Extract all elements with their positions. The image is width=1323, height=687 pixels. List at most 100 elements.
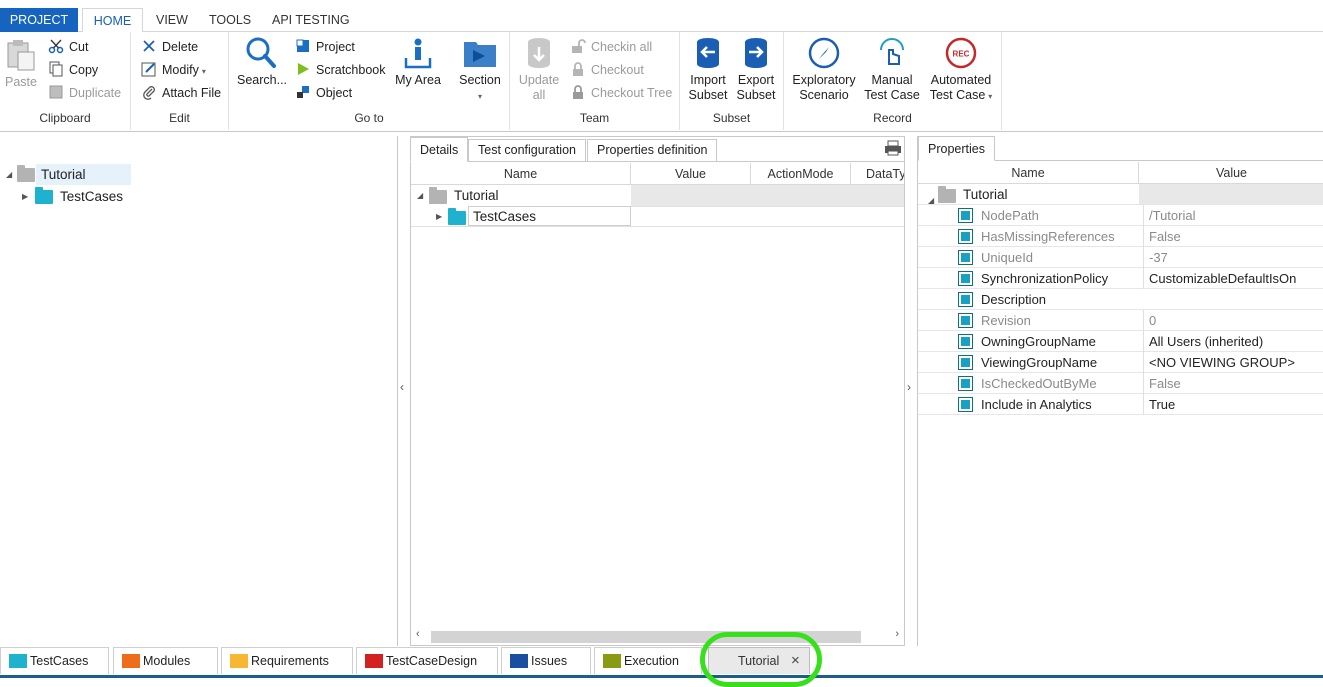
collapsed-arrow-icon[interactable]: ▶: [22, 192, 28, 201]
col-prop-name[interactable]: Name: [918, 162, 1139, 184]
property-row-viewinggroupname[interactable]: ViewingGroupName <NO VIEWING GROUP>: [918, 352, 1323, 373]
project-goto-button[interactable]: Project: [295, 37, 355, 57]
edit-group-label: Edit: [169, 111, 190, 125]
bottom-tab-requirements[interactable]: Requirements: [221, 647, 353, 674]
tree-node-root[interactable]: Tutorial: [17, 164, 131, 185]
paste-icon: [7, 40, 35, 71]
search-button[interactable]: Search...: [237, 36, 287, 88]
expand-arrow-icon[interactable]: ◢: [417, 191, 423, 200]
collapse-left-icon[interactable]: ‹: [400, 380, 404, 394]
modify-button[interactable]: Modify ▾: [141, 60, 206, 80]
search-icon: [246, 37, 276, 68]
manual-test-case-button[interactable]: Manual Test Case: [862, 36, 922, 103]
section-folder-icon: [464, 42, 496, 67]
checkin-all-button[interactable]: Checkin all: [570, 37, 652, 57]
scroll-left-icon[interactable]: ‹: [416, 628, 420, 640]
export-subset-button[interactable]: Export Subset: [734, 36, 778, 103]
details-row-root[interactable]: ◢ Tutorial: [411, 185, 904, 206]
folder-icon: [17, 165, 35, 182]
checkout-button[interactable]: Checkout: [570, 60, 644, 80]
col-name[interactable]: Name: [411, 163, 631, 185]
left-tree-pane: Tutorial ◢ TestCases ▶: [0, 136, 398, 646]
property-icon: [958, 313, 973, 328]
automated-test-case-button[interactable]: REC Automated Test Case ▾: [926, 36, 996, 104]
chevron-down-icon: ▾: [201, 67, 206, 76]
scrollbar-thumb[interactable]: [431, 631, 861, 643]
group-record: Exploratory Scenario Manual Test Case REC …: [784, 32, 1002, 130]
details-grid-header: Name Value ActionMode DataTy: [411, 163, 904, 185]
attach-file-button[interactable]: Attach File: [141, 83, 221, 103]
collapsed-arrow-icon[interactable]: ▶: [436, 212, 442, 221]
my-area-button[interactable]: My Area: [393, 36, 443, 88]
delete-button[interactable]: Delete: [141, 37, 198, 57]
col-actionmode[interactable]: ActionMode: [751, 163, 851, 185]
tab-api-testing[interactable]: API TESTING: [272, 8, 350, 32]
bottom-tab-testcases[interactable]: TestCases: [0, 647, 109, 674]
scroll-right-icon[interactable]: ›: [895, 628, 899, 640]
collapse-right-icon[interactable]: ›: [907, 380, 911, 394]
close-icon[interactable]: ×: [791, 648, 800, 674]
rec-icon: REC: [945, 37, 977, 69]
col-datatype[interactable]: DataTy: [851, 163, 904, 185]
properties-root-row[interactable]: ◢ Tutorial: [918, 184, 1323, 205]
database-download-icon: [528, 38, 550, 68]
group-clipboard: Paste Cut Copy Duplicate Clipboard: [0, 32, 131, 130]
col-value[interactable]: Value: [631, 163, 751, 185]
scissors-icon: [48, 39, 64, 54]
requirements-folder-icon: [230, 654, 248, 668]
property-row-revision[interactable]: Revision 0: [918, 310, 1323, 331]
chevron-down-icon: ▾: [988, 92, 993, 101]
copy-icon: [49, 61, 63, 77]
compass-icon: [808, 37, 840, 69]
tab-test-configuration[interactable]: Test configuration: [468, 139, 586, 162]
bottom-tab-execution[interactable]: Execution: [594, 647, 702, 674]
horizontal-scrollbar[interactable]: ‹ ›: [411, 627, 904, 645]
bottom-tab-testcasedesign[interactable]: TestCaseDesign: [356, 647, 498, 674]
paste-button[interactable]: Paste: [2, 36, 40, 90]
property-row-ischeckedoutbyme[interactable]: IsCheckedOutByMe False: [918, 373, 1323, 394]
tab-view[interactable]: VIEW: [156, 8, 188, 32]
update-all-button[interactable]: Update all: [516, 36, 562, 103]
property-row-uniqueid[interactable]: UniqueId -37: [918, 247, 1323, 268]
print-icon[interactable]: [884, 140, 902, 156]
expand-arrow-icon[interactable]: ◢: [6, 170, 12, 179]
property-row-owninggroupname[interactable]: OwningGroupName All Users (inherited): [918, 331, 1323, 352]
group-edit: Delete Modify ▾ Attach File Edit: [131, 32, 229, 130]
lock-icon: [573, 62, 583, 76]
tab-project[interactable]: PROJECT: [0, 8, 78, 32]
tab-properties[interactable]: Properties: [918, 136, 995, 161]
tab-properties-definition[interactable]: Properties definition: [587, 139, 718, 162]
tab-tools[interactable]: TOOLS: [209, 8, 251, 32]
copy-button[interactable]: Copy: [48, 60, 98, 80]
property-row-includeinanalytics[interactable]: Include in Analytics True: [918, 394, 1323, 415]
col-prop-value[interactable]: Value: [1139, 162, 1323, 184]
property-row-description[interactable]: Description: [918, 289, 1323, 310]
duplicate-button[interactable]: Duplicate: [48, 83, 121, 103]
import-subset-button[interactable]: Import Subset: [686, 36, 730, 103]
property-row-synchronizationpolicy[interactable]: SynchronizationPolicy CustomizableDefault…: [918, 268, 1323, 289]
property-row-nodepath[interactable]: NodePath/Tutorial: [918, 205, 1323, 226]
object-button[interactable]: Object: [295, 83, 352, 103]
delete-x-icon: [143, 40, 155, 52]
details-row-testcases[interactable]: ▶ TestCases: [411, 206, 904, 227]
bottom-tab-modules[interactable]: Modules: [113, 647, 218, 674]
property-icon: [958, 229, 973, 244]
property-row-hasmissingreferences[interactable]: HasMissingReferences False: [918, 226, 1323, 247]
pencil-icon: [141, 62, 156, 77]
tab-details[interactable]: Details: [410, 137, 469, 162]
bottom-tab-issues[interactable]: Issues: [501, 647, 591, 674]
property-icon: [958, 376, 973, 391]
exploratory-scenario-button[interactable]: Exploratory Scenario: [790, 36, 858, 103]
bottom-tab-tutorial[interactable]: Tutorial ×: [708, 647, 810, 674]
testcasedesign-folder-icon: [365, 654, 383, 668]
tab-home[interactable]: HOME: [82, 8, 143, 33]
section-button[interactable]: Section ▾: [455, 36, 505, 104]
testcases-folder-icon: [9, 654, 27, 668]
checkout-tree-button[interactable]: Checkout Tree: [570, 83, 672, 103]
folder-icon: [35, 187, 53, 204]
cut-button[interactable]: Cut: [48, 37, 88, 57]
tree-node-testcases[interactable]: TestCases: [35, 186, 123, 207]
property-icon: [958, 292, 973, 307]
properties-tab-bar: Properties: [918, 136, 1323, 161]
scratchbook-button[interactable]: Scratchbook: [295, 60, 385, 80]
